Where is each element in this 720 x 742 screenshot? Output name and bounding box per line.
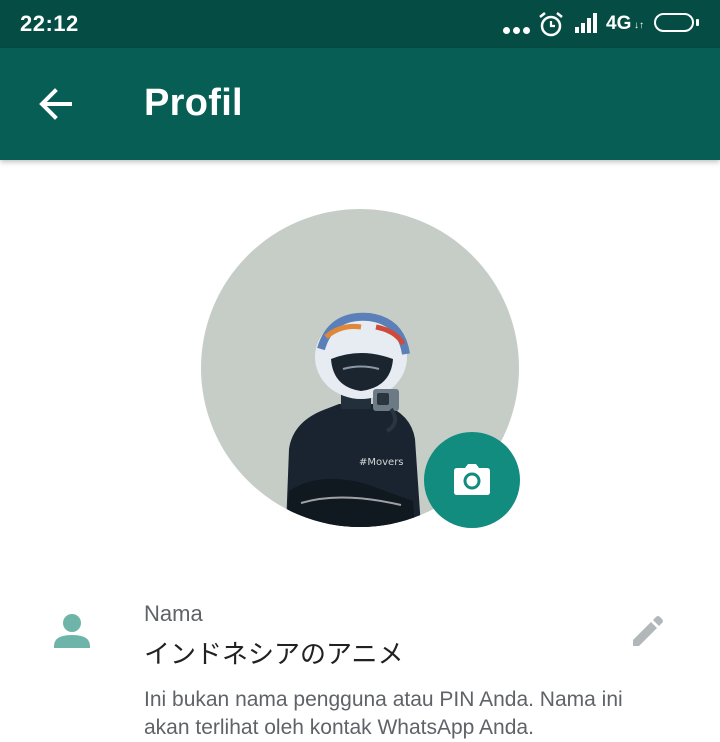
app-bar: Profil	[0, 48, 720, 160]
name-hint: Ini bukan nama pengguna atau PIN Anda. N…	[144, 688, 623, 739]
status-time: 22:12	[20, 11, 79, 36]
battery-icon	[654, 13, 694, 32]
signal-icon	[575, 13, 597, 33]
svg-text:#Movers: #Movers	[359, 457, 404, 468]
change-photo-button[interactable]	[424, 432, 520, 528]
name-label: Nama	[144, 601, 203, 626]
network-activity: ↓↑	[634, 20, 644, 31]
page-title: Profil	[144, 82, 243, 124]
network-type: 4G	[606, 13, 632, 34]
arrow-back-icon	[39, 88, 72, 120]
camera-icon	[454, 464, 490, 495]
status-bar: 22:12 4G ↓↑	[0, 0, 720, 48]
person-icon	[54, 614, 90, 648]
back-button[interactable]	[36, 84, 76, 124]
more-dots-icon	[503, 27, 531, 35]
battery-tip	[696, 19, 699, 26]
pencil-icon[interactable]	[629, 614, 665, 650]
name-value: インドネシアのアニメ	[144, 639, 404, 669]
alarm-icon	[539, 12, 563, 37]
